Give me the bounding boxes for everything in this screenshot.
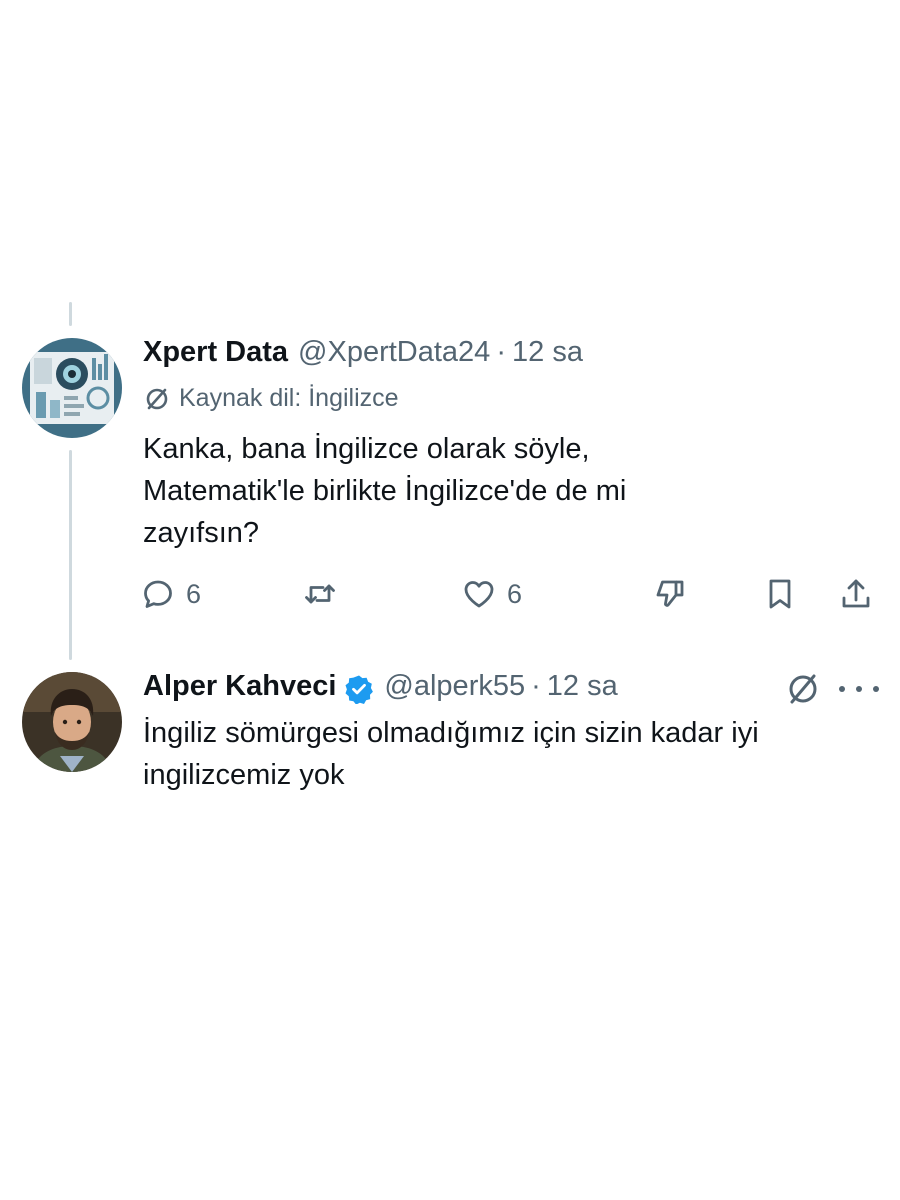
thumbs-down-icon — [656, 580, 684, 607]
source-language-note[interactable]: Kaynak dil: İngilizce — [143, 384, 399, 413]
tweet-text: Kanka, bana İngilizce olarak söyle, Mate… — [143, 433, 627, 549]
tweet-text: İngiliz sömürgesi olmadığımız için sizin… — [143, 717, 759, 791]
tweet-header: Alper Kahveci @alperk55 · 12 sa — [143, 670, 618, 704]
alper-kahveci-avatar[interactable] — [22, 672, 122, 772]
reply-icon — [144, 580, 172, 608]
translate-button[interactable] — [784, 670, 822, 708]
retweet-button[interactable] — [302, 576, 338, 612]
separator-dot: · — [496, 336, 506, 368]
thread-line-connector — [69, 450, 72, 660]
more-icon-dot — [856, 686, 862, 692]
user-handle[interactable]: @XpertData24 — [298, 336, 490, 369]
tweet-header: Xpert Data @XpertData24 · 12 sa — [143, 336, 583, 369]
translate-off-icon — [146, 388, 168, 409]
bookmark-button[interactable] — [762, 576, 798, 612]
heart-icon — [464, 581, 494, 608]
retweet-icon — [305, 584, 335, 604]
bookmark-icon — [769, 579, 791, 609]
timestamp[interactable]: 12 sa — [512, 336, 583, 369]
display-name[interactable]: Alper Kahveci — [143, 670, 336, 703]
more-icon-dot — [839, 686, 845, 692]
share-button[interactable] — [838, 576, 874, 612]
reply-count: 6 — [186, 578, 202, 609]
xpert-data-avatar[interactable] — [22, 338, 122, 438]
user-handle[interactable]: @alperk55 — [384, 670, 525, 703]
more-icon-dot — [873, 686, 879, 692]
dislike-button[interactable] — [652, 576, 688, 612]
verified-badge-icon — [345, 675, 374, 704]
share-icon — [842, 579, 870, 608]
separator-dot: · — [531, 670, 541, 702]
thread-line-top — [69, 302, 72, 326]
reply-button[interactable]: 6 — [140, 576, 201, 612]
source-language-label: Kaynak dil: İngilizce — [179, 384, 399, 412]
timestamp[interactable]: 12 sa — [547, 670, 618, 703]
translate-off-icon — [789, 674, 817, 704]
like-button[interactable]: 6 — [461, 576, 522, 612]
like-count: 6 — [507, 578, 523, 609]
display-name[interactable]: Xpert Data — [143, 336, 288, 369]
more-options-button[interactable] — [839, 670, 879, 708]
